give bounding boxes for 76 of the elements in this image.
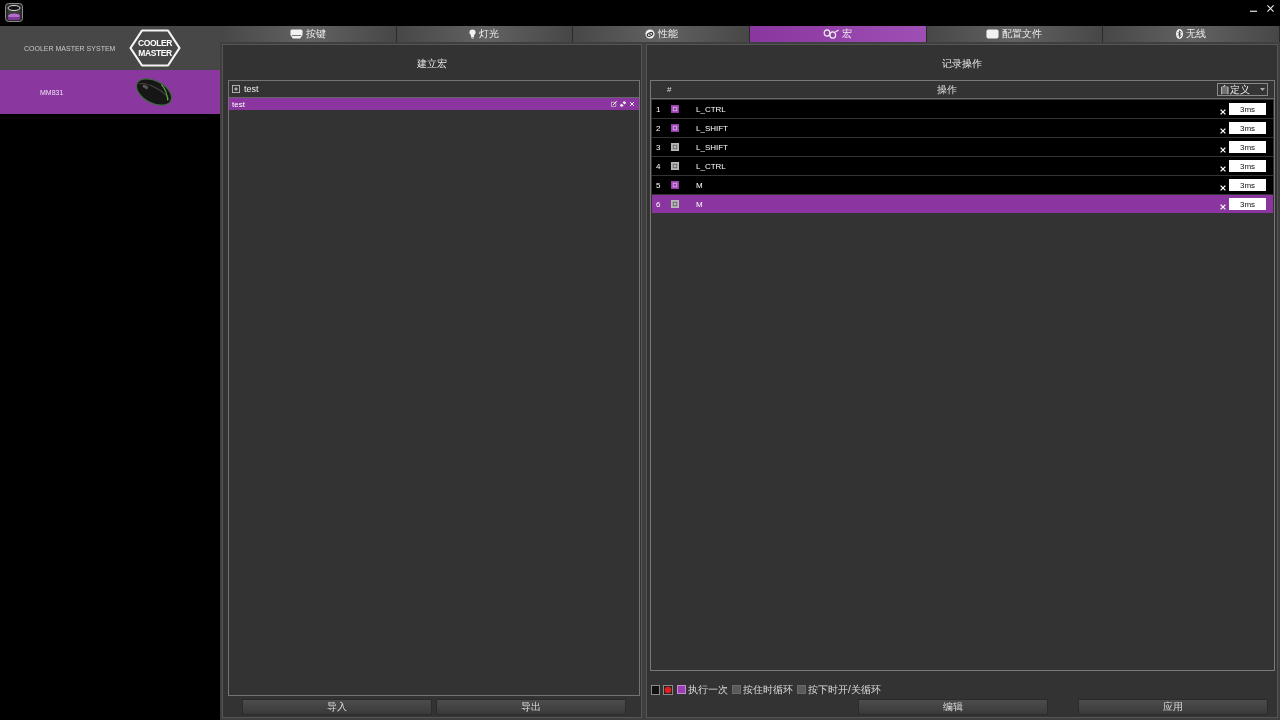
key-down-icon xyxy=(671,124,679,132)
delay-field[interactable]: 3ms xyxy=(1229,141,1266,153)
key-up-icon xyxy=(671,143,679,151)
key-down-icon xyxy=(671,105,679,113)
step-row[interactable]: 1 L_CTRL 3ms xyxy=(652,100,1273,118)
mode-label: 按住时循环 xyxy=(743,682,793,697)
macro-item[interactable]: test xyxy=(229,98,639,110)
mode-label: 按下时开/关循环 xyxy=(808,682,881,697)
edit-icon[interactable] xyxy=(611,101,617,107)
mode-checkbox[interactable] xyxy=(797,685,806,694)
bluetooth-icon xyxy=(1176,29,1184,39)
delay-mode-dropdown[interactable]: 自定义 xyxy=(1217,83,1268,96)
caret-icon xyxy=(1260,88,1265,91)
loops-icon xyxy=(823,29,840,39)
footer-button[interactable]: 应用 xyxy=(1078,699,1268,715)
card-icon xyxy=(986,29,1000,39)
delete-icon[interactable] xyxy=(1220,128,1226,134)
column-header: 操作 xyxy=(936,82,958,97)
group-label: test xyxy=(244,84,259,94)
delete-icon[interactable] xyxy=(1220,204,1226,210)
mode-checkbox[interactable] xyxy=(732,685,741,694)
app-icon[interactable] xyxy=(5,3,23,22)
close-icon[interactable] xyxy=(1267,5,1274,12)
delay-field[interactable]: 3ms xyxy=(1229,160,1266,172)
delete-icon[interactable] xyxy=(1220,166,1226,172)
tab[interactable]: 无线 xyxy=(1103,26,1280,42)
add-icon[interactable] xyxy=(232,85,240,93)
keycap-icon xyxy=(289,29,303,39)
step-key: M xyxy=(696,199,703,209)
delete-icon[interactable] xyxy=(1220,109,1226,115)
footer-button[interactable]: 编辑 xyxy=(858,699,1048,715)
footer-button[interactable]: 导入 xyxy=(242,699,432,715)
panel-title: 记录操作 xyxy=(941,56,983,71)
step-key: L_SHIFT xyxy=(696,123,728,133)
step-number: 4 xyxy=(655,161,662,171)
step-row[interactable]: 5 M 3ms xyxy=(652,176,1273,194)
tab[interactable]: 灯光 xyxy=(396,26,574,42)
delay-field[interactable]: 3ms xyxy=(1229,122,1266,134)
step-row[interactable]: 6 M 3ms xyxy=(652,195,1273,213)
step-number: 5 xyxy=(655,180,662,190)
delay-field[interactable]: 3ms xyxy=(1229,179,1266,191)
tab[interactable]: 性能 xyxy=(573,26,750,42)
tab[interactable]: 宏 xyxy=(750,26,927,42)
stop-icon[interactable] xyxy=(651,684,660,695)
tab[interactable]: 配置文件 xyxy=(926,26,1104,42)
delete-icon[interactable] xyxy=(1220,185,1226,191)
chain-icon[interactable] xyxy=(620,101,626,107)
column-header: # xyxy=(667,85,673,94)
lightbulb-icon xyxy=(469,29,477,39)
step-key: L_CTRL xyxy=(696,104,726,114)
mouse-drawing xyxy=(133,76,175,108)
tab[interactable]: 按键 xyxy=(220,26,397,42)
mode-checkbox[interactable] xyxy=(677,685,686,694)
step-row[interactable]: 4 L_CTRL 3ms xyxy=(652,157,1273,175)
delete-icon[interactable] xyxy=(1220,147,1226,153)
step-number: 2 xyxy=(655,123,662,133)
step-key: L_CTRL xyxy=(696,161,726,171)
key-down-icon xyxy=(671,181,679,189)
gauge-icon xyxy=(644,29,655,39)
record-icon[interactable] xyxy=(663,684,673,695)
mode-label: 执行一次 xyxy=(688,682,728,697)
step-number: 3 xyxy=(655,142,662,152)
brand-logo: COOLER MASTER xyxy=(129,29,181,67)
delete-icon[interactable] xyxy=(629,101,635,107)
step-row[interactable]: 3 L_SHIFT 3ms xyxy=(652,138,1273,156)
delay-field[interactable]: 3ms xyxy=(1229,103,1266,115)
step-number: 1 xyxy=(655,104,662,114)
step-key: M xyxy=(696,180,703,190)
key-up-icon xyxy=(671,200,679,208)
footer-button[interactable]: 导出 xyxy=(436,699,626,715)
panel-title: 建立宏 xyxy=(416,56,448,71)
key-up-icon xyxy=(671,162,679,170)
step-key: L_SHIFT xyxy=(696,142,728,152)
step-row[interactable]: 2 L_SHIFT 3ms xyxy=(652,119,1273,137)
step-number: 6 xyxy=(655,199,662,209)
delay-field[interactable]: 3ms xyxy=(1229,198,1266,210)
